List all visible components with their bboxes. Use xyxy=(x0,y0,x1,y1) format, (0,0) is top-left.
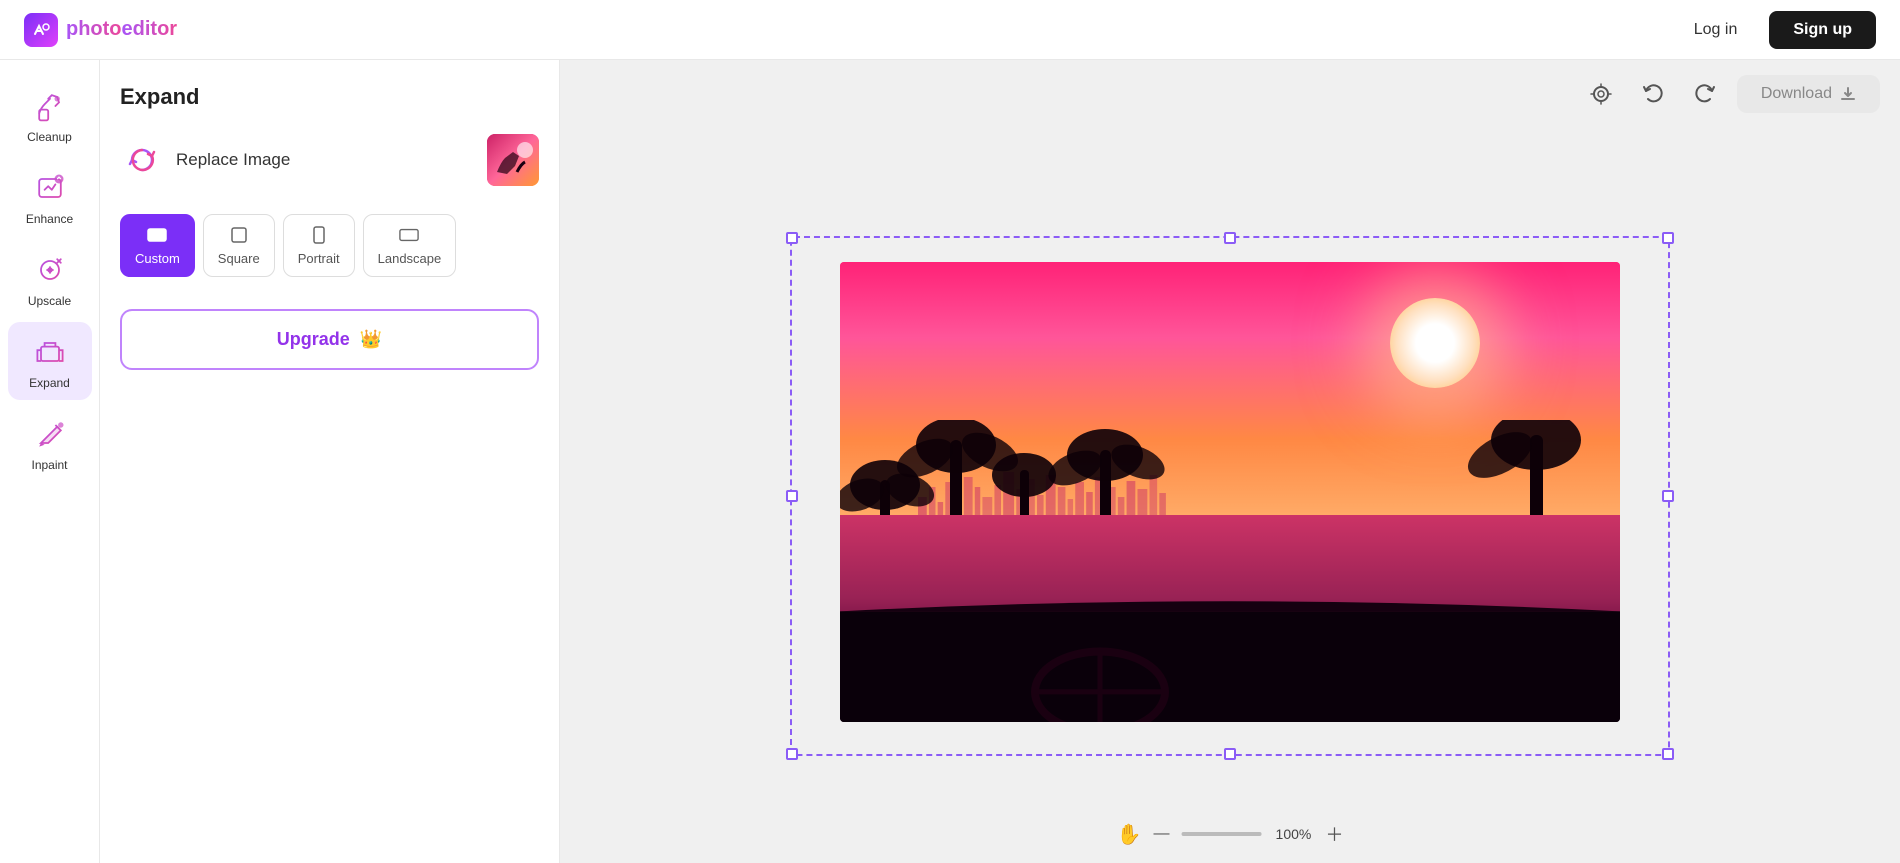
download-label: Download xyxy=(1761,85,1832,103)
handle-middle-right[interactable] xyxy=(1662,490,1674,502)
image-thumbnail xyxy=(487,134,539,186)
pan-cursor-icon: ✋ xyxy=(1117,822,1142,847)
scene xyxy=(840,262,1620,722)
cleanup-icon xyxy=(30,86,70,126)
aspect-portrait-button[interactable]: Portrait xyxy=(283,214,355,277)
zoom-minus-button[interactable]: — xyxy=(1153,825,1169,843)
sidebar-inpaint-label: Inpaint xyxy=(31,458,67,472)
scene-dash-svg xyxy=(840,561,1620,722)
signup-button[interactable]: Sign up xyxy=(1769,11,1876,49)
sidebar-item-upscale[interactable]: Upscale xyxy=(8,240,92,318)
sidebar-expand-label: Expand xyxy=(29,376,70,390)
login-button[interactable]: Log in xyxy=(1678,13,1754,47)
tools-panel: Expand Replace Image xyxy=(100,60,560,863)
handle-middle-left[interactable] xyxy=(786,490,798,502)
canvas-viewport[interactable]: ✋ — 100% ＋ xyxy=(560,128,1900,863)
canvas-area: Download xyxy=(560,60,1900,863)
panel-title: Expand xyxy=(120,84,539,110)
aspect-landscape-button[interactable]: Landscape xyxy=(363,214,457,277)
canvas-image xyxy=(840,262,1620,722)
aspect-ratio-buttons: Custom Square Portrait xyxy=(120,214,539,277)
scene-sun xyxy=(1390,298,1480,388)
inpaint-icon xyxy=(30,414,70,454)
custom-aspect-icon xyxy=(147,225,167,245)
preview-button[interactable] xyxy=(1581,74,1621,114)
sidebar-enhance-label: Enhance xyxy=(26,212,73,226)
main-body: Cleanup Enhance xyxy=(0,60,1900,863)
landscape-aspect-icon xyxy=(399,225,419,245)
replace-icon-button[interactable] xyxy=(120,138,164,182)
handle-bottom-left[interactable] xyxy=(786,748,798,760)
enhance-icon xyxy=(30,168,70,208)
logo-text: photoeditor xyxy=(66,18,177,41)
sidebar-cleanup-label: Cleanup xyxy=(27,130,72,144)
sidebar-item-expand[interactable]: Expand xyxy=(8,322,92,400)
zoom-slider[interactable] xyxy=(1181,832,1261,836)
aspect-custom-button[interactable]: Custom xyxy=(120,214,195,277)
sidebar-item-cleanup[interactable]: Cleanup xyxy=(8,76,92,154)
portrait-aspect-icon xyxy=(309,225,329,245)
top-navigation: photoeditor Log in Sign up xyxy=(0,0,1900,60)
expand-frame xyxy=(790,236,1670,756)
replace-image-label: Replace Image xyxy=(176,150,475,170)
handle-top-right[interactable] xyxy=(1662,232,1674,244)
handle-top-left[interactable] xyxy=(786,232,798,244)
zoom-percent-label: 100% xyxy=(1273,826,1313,842)
logo-icon xyxy=(24,13,58,47)
expand-icon xyxy=(30,332,70,372)
handle-bottom-right[interactable] xyxy=(1662,748,1674,760)
zoom-plus-button[interactable]: ＋ xyxy=(1325,821,1343,847)
sidebar-item-inpaint[interactable]: Inpaint xyxy=(8,404,92,482)
sidebar-item-enhance[interactable]: Enhance xyxy=(8,158,92,236)
handle-bottom-middle[interactable] xyxy=(1224,748,1236,760)
canvas-toolbar: Download xyxy=(560,60,1900,128)
crown-icon: 👑 xyxy=(360,329,382,350)
nav-actions: Log in Sign up xyxy=(1678,11,1876,49)
redo-button[interactable] xyxy=(1685,74,1725,114)
aspect-square-button[interactable]: Square xyxy=(203,214,275,277)
sidebar-upscale-label: Upscale xyxy=(28,294,71,308)
replace-image-row: Replace Image xyxy=(120,134,539,186)
zoom-bar: ✋ — 100% ＋ xyxy=(1117,821,1344,847)
download-button[interactable]: Download xyxy=(1737,75,1880,113)
logo: photoeditor xyxy=(24,13,177,47)
upgrade-button[interactable]: Upgrade 👑 xyxy=(120,309,539,370)
upscale-icon xyxy=(30,250,70,290)
undo-button[interactable] xyxy=(1633,74,1673,114)
sidebar: Cleanup Enhance xyxy=(0,60,100,863)
handle-top-middle[interactable] xyxy=(1224,232,1236,244)
square-aspect-icon xyxy=(229,225,249,245)
